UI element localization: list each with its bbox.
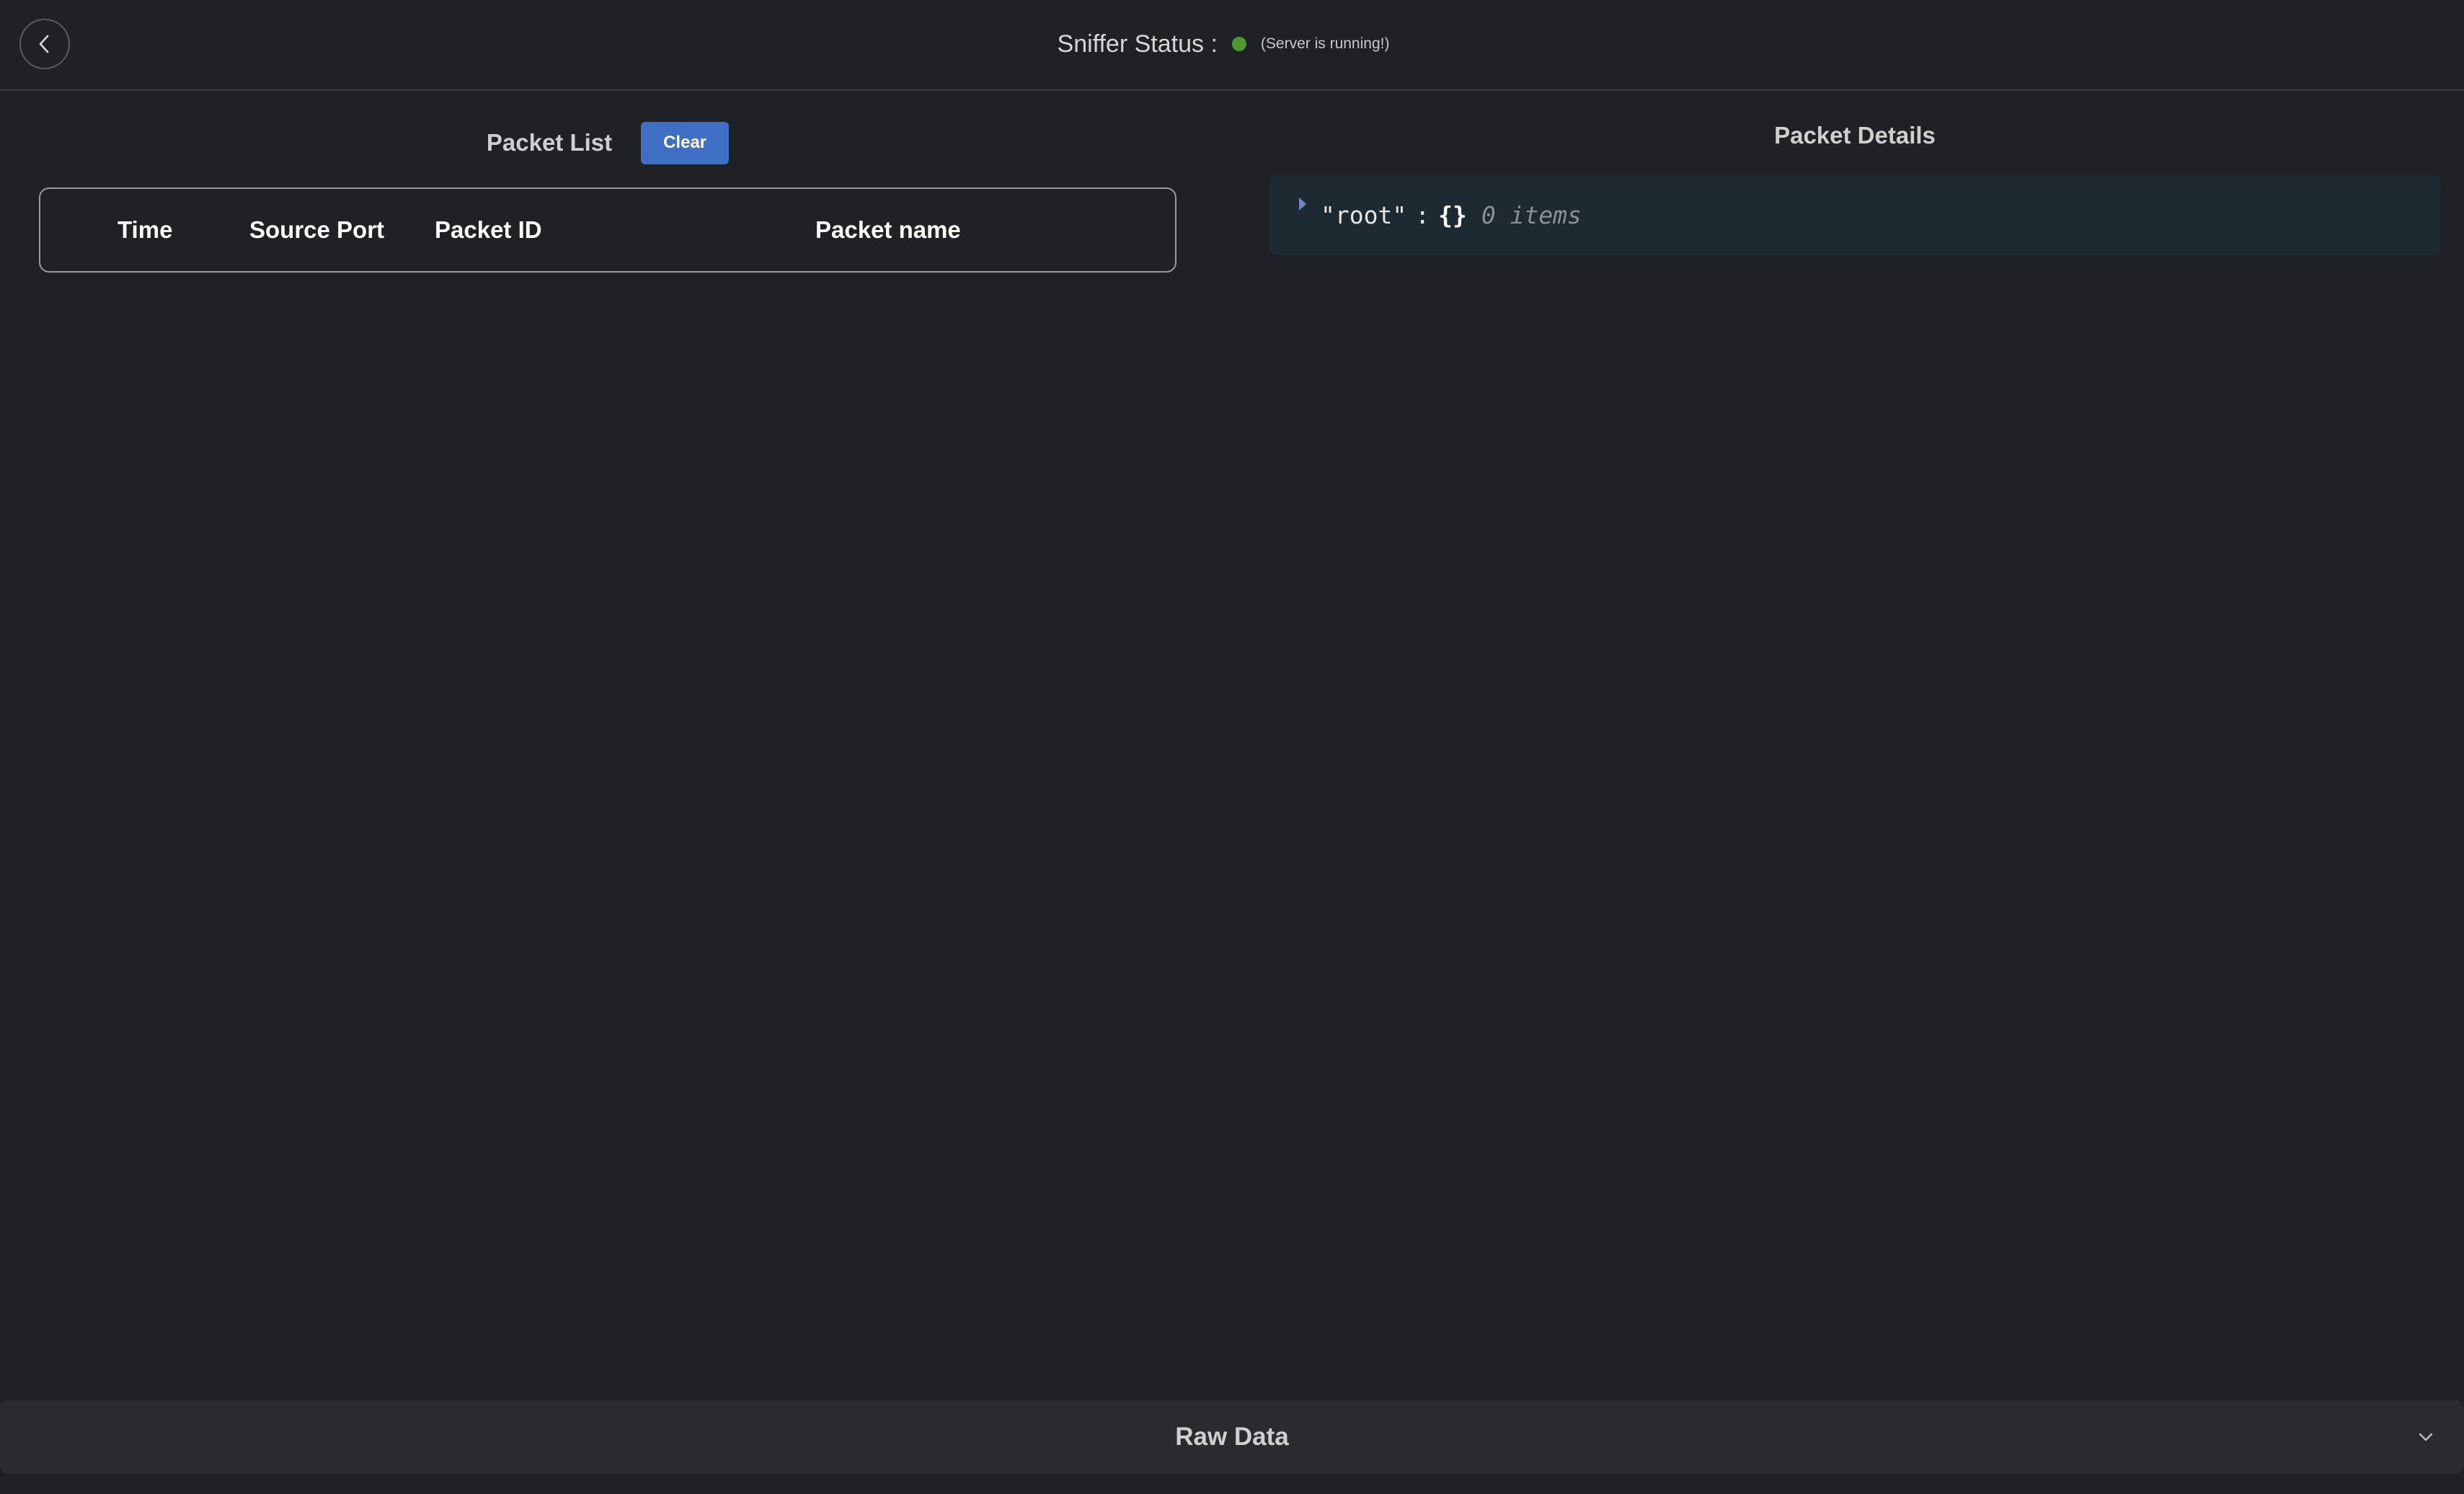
column-header-time[interactable]: Time <box>118 189 172 271</box>
column-header-packet-id[interactable]: Packet ID <box>435 189 542 271</box>
packet-list-panel: Packet List Clear Time Source Port Packe… <box>39 115 1176 273</box>
json-colon: : <box>1415 200 1430 229</box>
app-header: Sniffer Status : (Server is running!) <box>0 0 2464 91</box>
raw-data-accordion[interactable]: Raw Data <box>0 1400 2464 1474</box>
caret-right-icon <box>1299 198 1306 211</box>
column-header-source-port[interactable]: Source Port <box>249 189 384 271</box>
column-header-packet-name[interactable]: Packet name <box>815 189 961 271</box>
packet-list-title: Packet List <box>486 129 613 156</box>
chevron-down-icon[interactable] <box>2415 1426 2437 1448</box>
json-item-count: 0 items <box>1481 200 1582 229</box>
json-braces: {} <box>1438 200 1467 229</box>
clear-button[interactable]: Clear <box>641 121 730 164</box>
status-label: Sniffer Status : <box>1057 30 1218 58</box>
sniffer-status: Sniffer Status : (Server is running!) <box>0 26 2455 62</box>
raw-data-label: Raw Data <box>1175 1423 1289 1451</box>
window-bottom-edge <box>0 1474 2464 1494</box>
json-viewer: "root" : {} 0 items <box>1269 174 2441 255</box>
packet-list-header: Packet List Clear <box>39 115 1176 170</box>
packet-table: Time Source Port Packet ID Packet name <box>39 187 1176 273</box>
json-root-key: "root" <box>1321 200 1407 229</box>
status-indicator-dot <box>1231 37 1246 51</box>
packet-details-title: Packet Details <box>1774 122 1936 149</box>
expand-toggle[interactable] <box>1295 196 1311 225</box>
status-text: (Server is running!) <box>1260 35 1390 52</box>
packet-details-panel: Packet Details "root" : {} 0 items <box>1269 115 2441 255</box>
packet-details-header: Packet Details <box>1269 115 2441 156</box>
